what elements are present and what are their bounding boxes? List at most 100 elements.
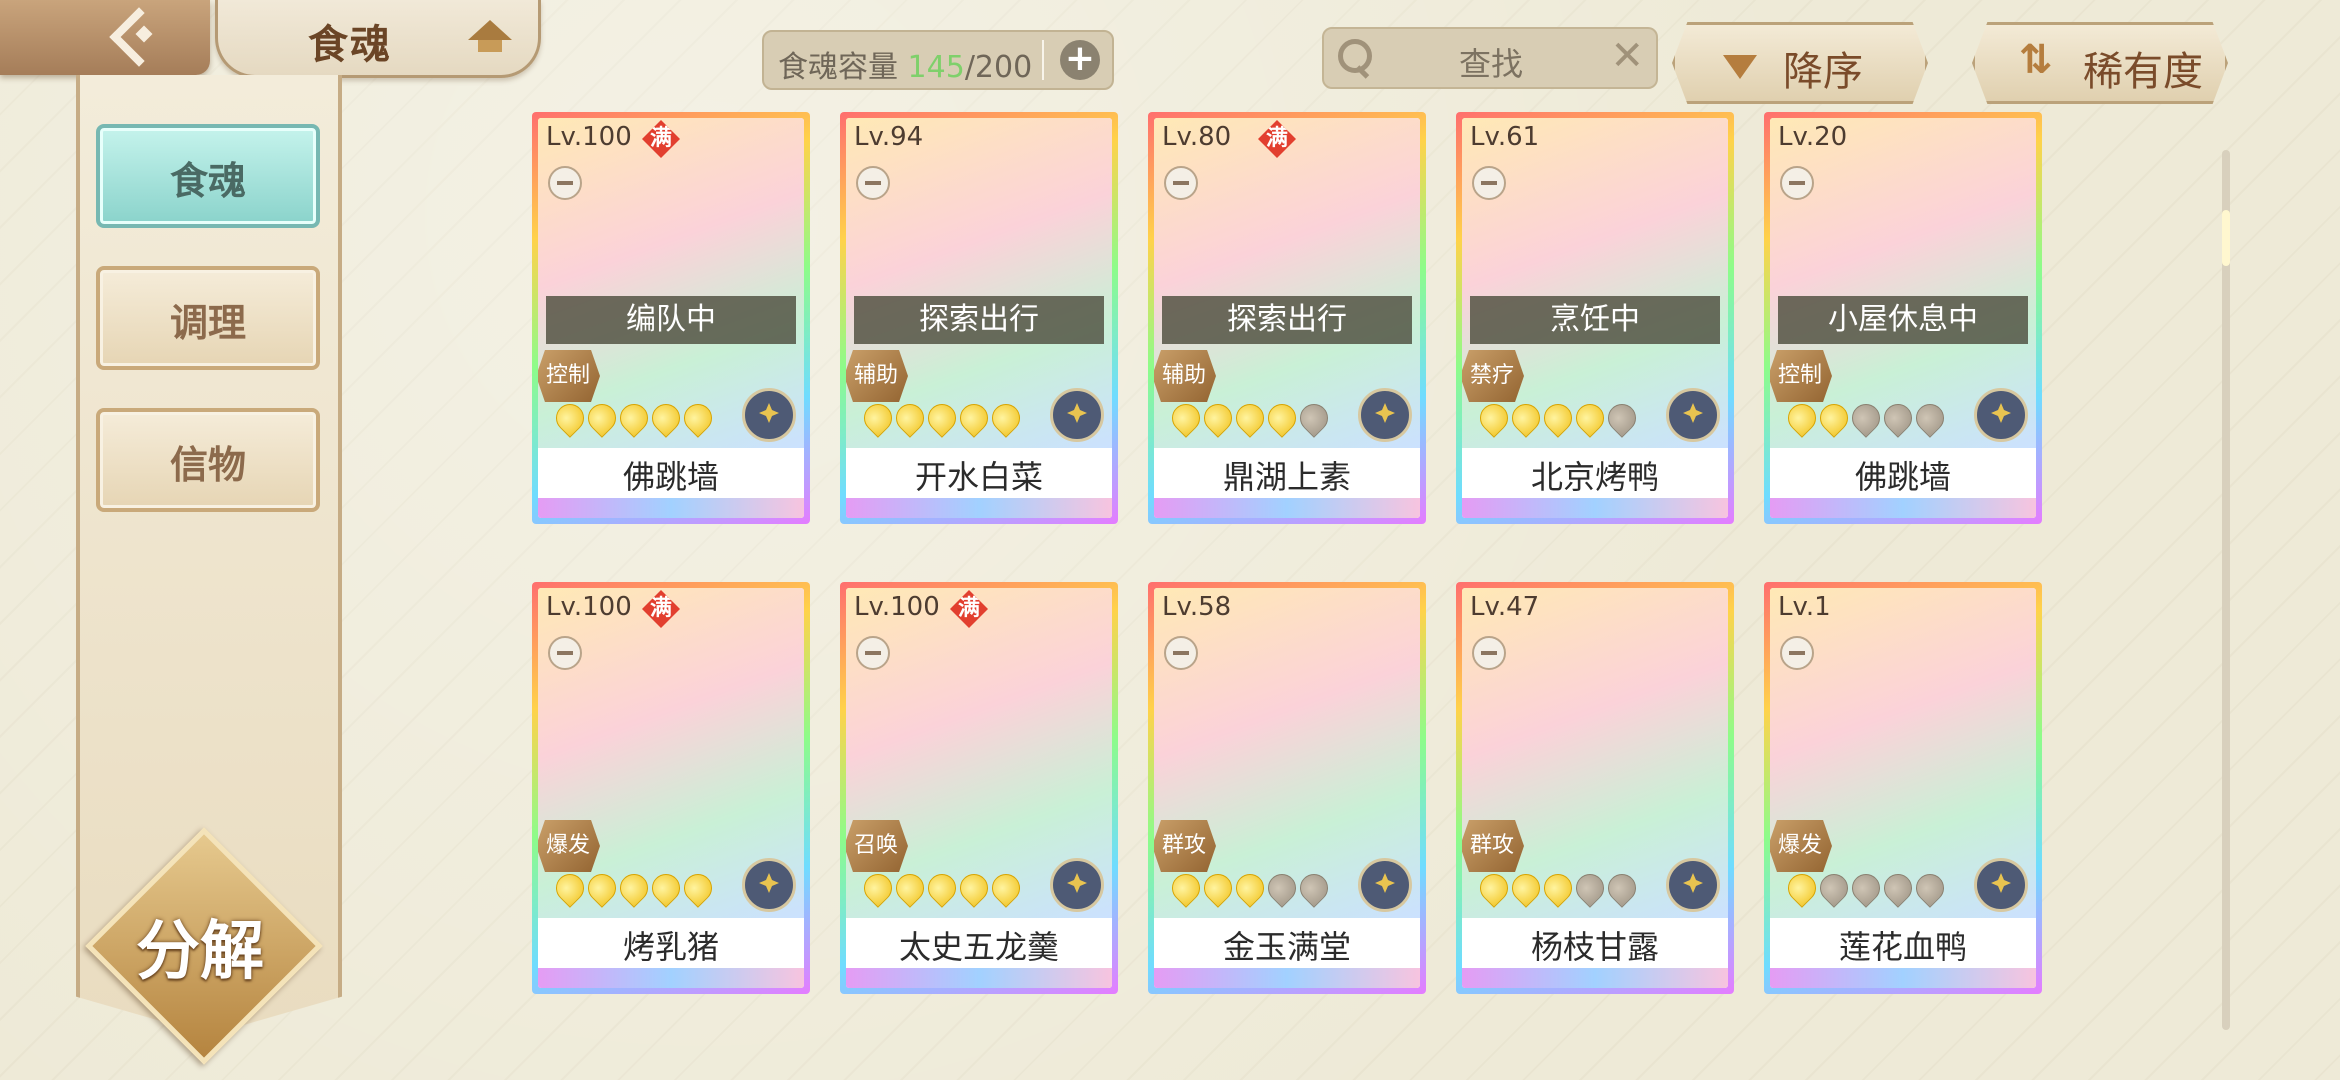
sort-by-button[interactable]: ⇅ 稀有度 [1972,22,2228,104]
role-badge: 禁疗 [1462,350,1524,402]
role-badge: 辅助 [846,350,908,402]
sort-arrows-icon: ⇅ [2019,37,2053,83]
capacity-total: /200 [964,50,1033,85]
card-body: Lv.1 爆发 莲花血鸭 [1770,588,2036,988]
star-rating [1474,868,1642,908]
star-filled-icon [1506,868,1546,908]
card-footer-strip [1770,968,2036,988]
star-empty-icon [1878,398,1918,438]
element-emblem-icon [1358,858,1412,912]
add-capacity-button[interactable]: + [1060,40,1100,80]
role-badge: 控制 [538,350,600,402]
element-emblem-icon [1974,858,2028,912]
star-empty-icon [1294,868,1334,908]
star-filled-icon [1538,398,1578,438]
card-footer-strip [1154,968,1420,988]
card-body: Lv.47 群攻 杨枝甘露 [1462,588,1728,988]
back-button[interactable] [0,0,210,75]
food-soul-card[interactable]: Lv.61 烹饪中 禁疗 北京烤鸭 [1456,112,1734,524]
lock-icon[interactable] [1472,636,1506,670]
role-badge: 控制 [1770,350,1832,402]
star-rating [1782,868,1950,908]
food-soul-card[interactable]: Lv.94 探索出行 辅助 开水白菜 [840,112,1118,524]
card-footer-strip [846,498,1112,518]
role-badge: 爆发 [1770,820,1832,872]
star-filled-icon [582,868,622,908]
element-emblem-icon [1050,858,1104,912]
star-filled-icon [954,868,994,908]
card-name: 烤乳猪 [622,928,719,966]
card-name: 佛跳墙 [622,458,719,496]
star-rating [1166,398,1334,438]
card-name: 莲花血鸭 [1838,928,1967,966]
lock-icon[interactable] [1472,166,1506,200]
star-filled-icon [922,868,962,908]
star-filled-icon [986,868,1026,908]
food-soul-card[interactable]: Lv.100 满编队中 控制 佛跳墙 [532,112,810,524]
star-filled-icon [1782,398,1822,438]
tab-cooking[interactable]: 调理 [96,266,320,370]
card-body: Lv.61 烹饪中 禁疗 北京烤鸭 [1462,118,1728,518]
food-soul-card[interactable]: Lv.100 满召唤 太史五龙羹 [840,582,1118,994]
star-filled-icon [614,398,654,438]
star-filled-icon [678,868,718,908]
star-filled-icon [1230,868,1270,908]
descending-icon [1723,55,1757,79]
star-rating [550,398,718,438]
sort-order-button[interactable]: 降序 [1672,22,1928,104]
food-soul-card[interactable]: Lv.80 满探索出行 辅助 鼎湖上素 [1148,112,1426,524]
element-emblem-icon [742,858,796,912]
tab-tokens[interactable]: 信物 [96,408,320,512]
decompose-label: 分解 [136,915,264,989]
lock-icon[interactable] [856,166,890,200]
sort-by-label: 稀有度 [2083,49,2203,95]
star-filled-icon [1198,398,1238,438]
lock-icon[interactable] [548,636,582,670]
search-placeholder: 查找 [1459,45,1524,83]
star-empty-icon [1846,398,1886,438]
food-soul-card[interactable]: Lv.100 满爆发 烤乳猪 [532,582,810,994]
star-filled-icon [1506,398,1546,438]
star-rating [1474,398,1642,438]
star-filled-icon [1782,868,1822,908]
lock-icon[interactable] [856,636,890,670]
star-filled-icon [582,398,622,438]
food-soul-card[interactable]: Lv.20 小屋休息中 控制 佛跳墙 [1764,112,2042,524]
sort-order-label: 降序 [1783,49,1863,95]
star-filled-icon [858,868,898,908]
star-filled-icon [858,398,898,438]
lock-icon[interactable] [1164,636,1198,670]
star-rating [550,868,718,908]
scrollbar[interactable] [2222,150,2230,1030]
tab-food-souls[interactable]: 食魂 [96,124,320,228]
role-badge: 爆发 [538,820,600,872]
card-level: Lv.58 [1162,592,1232,622]
lock-icon[interactable] [1780,166,1814,200]
capacity-display: 食魂容量 145/200 + [762,30,1114,90]
element-emblem-icon [742,388,796,442]
card-level: Lv.61 [1470,122,1540,152]
card-status: 烹饪中 [1470,296,1720,344]
star-empty-icon [1878,868,1918,908]
scrollbar-thumb[interactable] [2222,210,2230,266]
food-soul-card[interactable]: Lv.47 群攻 杨枝甘露 [1456,582,1734,994]
role-badge: 召唤 [846,820,908,872]
page-title-tab: 食魂 [215,0,541,78]
star-empty-icon [1846,868,1886,908]
card-level: Lv.94 [854,122,924,152]
food-soul-card[interactable]: Lv.1 爆发 莲花血鸭 [1764,582,2042,994]
clear-icon[interactable]: ✕ [1610,33,1644,79]
tab-label: 食魂 [169,159,246,203]
star-filled-icon [1538,868,1578,908]
lock-icon[interactable] [548,166,582,200]
search-box[interactable]: 查找 ✕ [1322,27,1658,89]
card-footer-strip [1462,498,1728,518]
card-footer-strip [538,968,804,988]
lock-icon[interactable] [1780,636,1814,670]
food-soul-card[interactable]: Lv.58 群攻 金玉满堂 [1148,582,1426,994]
star-rating [858,398,1026,438]
capacity-divider [1042,40,1044,80]
lock-icon[interactable] [1164,166,1198,200]
card-level: Lv.100 [546,592,632,622]
element-emblem-icon [1974,388,2028,442]
